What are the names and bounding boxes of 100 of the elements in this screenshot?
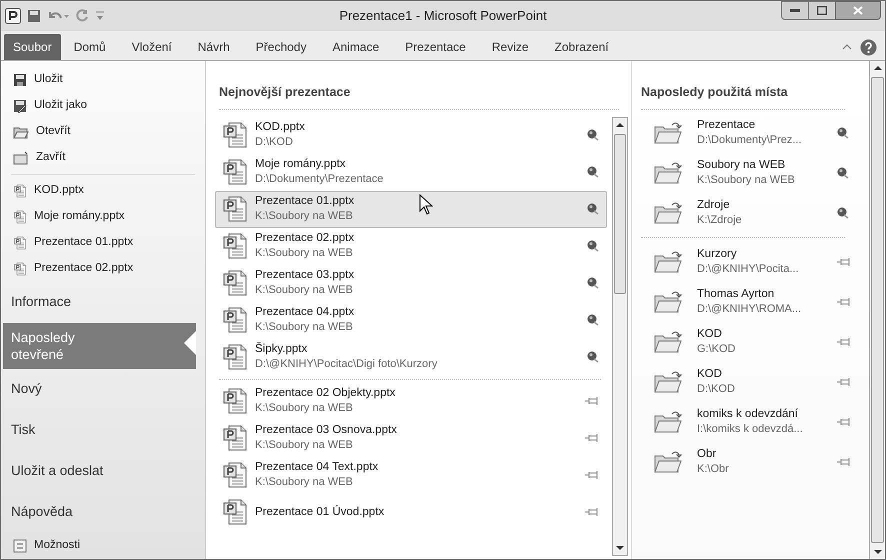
- sidebar-item[interactable]: Moje romány.pptx: [3, 204, 196, 230]
- folder-name: komiks k odevzdání: [697, 406, 799, 422]
- folder-icon: [653, 288, 683, 315]
- ribbon-tab[interactable]: Revize: [478, 34, 542, 60]
- pin-icon[interactable]: [836, 296, 852, 307]
- ribbon-tab[interactable]: Soubor: [4, 34, 61, 60]
- collapse-ribbon-icon[interactable]: [842, 43, 852, 51]
- close-button[interactable]: [835, 1, 881, 20]
- pin-icon[interactable]: [584, 433, 600, 444]
- recent-file-row[interactable]: Prezentace 03.pptx K:\Soubory na WEB: [215, 264, 607, 302]
- recent-file-row[interactable]: Prezentace 01.pptx K:\Soubory na WEB: [215, 190, 607, 228]
- sidebar-item[interactable]: KOD.pptx: [3, 178, 196, 204]
- pin-icon[interactable]: [836, 456, 852, 467]
- file-name: Prezentace 01.pptx: [255, 194, 354, 210]
- ribbon-tab[interactable]: Domů: [60, 34, 119, 60]
- sidebar-item[interactable]: Uložit jako: [3, 93, 196, 119]
- file-path: K:\Soubory na WEB: [255, 320, 353, 336]
- folder-icon: [653, 448, 683, 475]
- pin-icon[interactable]: [836, 416, 852, 427]
- pin-icon[interactable]: [836, 256, 852, 267]
- recent-file-row[interactable]: Prezentace 03 Osnova.pptx K:\Soubory na WEB: [215, 420, 607, 457]
- file-name: Prezentace 01 Úvod.pptx: [255, 504, 384, 520]
- recent-file-row[interactable]: Prezentace 04.pptx K:\Soubory na WEB: [215, 302, 607, 339]
- folder-name: Thomas Ayrton: [697, 286, 776, 302]
- pushpin-icon[interactable]: [586, 202, 600, 216]
- folder-name: KOD: [697, 366, 723, 382]
- sidebar-item[interactable]: Možnosti: [3, 533, 196, 559]
- sidebar-tab[interactable]: Informace: [3, 282, 196, 323]
- folder-icon: [653, 328, 683, 355]
- help-icon[interactable]: [860, 38, 877, 56]
- recent-place-row[interactable]: Prezentace D:\Dokumenty\Prez...: [641, 112, 855, 153]
- ribbon-tab[interactable]: Návrh: [184, 34, 243, 60]
- maximize-button[interactable]: [809, 1, 835, 20]
- sidebar-item[interactable]: Uložit: [3, 67, 196, 93]
- file-path: K:\Soubory na WEB: [255, 475, 353, 490]
- pushpin-icon[interactable]: [586, 239, 600, 254]
- sidebar-tab[interactable]: Nápověda: [3, 492, 196, 533]
- minimize-button[interactable]: [781, 1, 809, 20]
- scrollbar-thumb[interactable]: [871, 77, 884, 543]
- presentation-file-icon: [13, 184, 27, 198]
- recent-place-row[interactable]: Zdroje K:\Zdroje: [641, 192, 855, 233]
- maximize-icon: [817, 6, 827, 15]
- recent-place-row[interactable]: Thomas Ayrton D:\@KNIHY\ROMA...: [641, 282, 855, 322]
- app-icon[interactable]: [5, 8, 21, 24]
- ribbon-tab[interactable]: Přechody: [242, 34, 320, 60]
- recent-file-row[interactable]: KOD.pptx D:\KOD: [215, 116, 607, 154]
- folder-name: Kurzory: [697, 246, 738, 262]
- ribbon-tab[interactable]: Zobrazení: [542, 34, 622, 60]
- sidebar-tab[interactable]: Tisk: [3, 410, 196, 451]
- folder-icon: [653, 408, 683, 435]
- recent-file-row[interactable]: Šipky.pptx D:\@KNIHY\Pocitac\Digi foto\Kurzory: [215, 338, 607, 376]
- pushpin-icon[interactable]: [586, 165, 600, 180]
- file-name: Moje romány.pptx: [255, 157, 346, 172]
- window-scrollbar[interactable]: [869, 61, 885, 559]
- folder-path: K:\Soubory na WEB: [697, 172, 796, 188]
- ribbon-tab[interactable]: Vložení: [118, 34, 185, 60]
- sidebar-item[interactable]: Otevřít: [3, 119, 196, 145]
- sidebar-item[interactable]: Prezentace 01.pptx: [3, 230, 196, 256]
- recent-file-row[interactable]: Prezentace 02.pptx K:\Soubory na WEB: [215, 228, 607, 265]
- sidebar-item[interactable]: Zavřít: [3, 145, 196, 171]
- sidebar-tab[interactable]: Naposledy otevřené: [3, 323, 196, 369]
- ribbon-tab[interactable]: Animace: [319, 34, 392, 60]
- save-icon[interactable]: [27, 9, 41, 23]
- options-icon: [13, 539, 27, 553]
- folder-path: K:\Obr: [697, 462, 730, 477]
- sidebar-item[interactable]: Prezentace 02.pptx: [3, 256, 196, 282]
- pin-icon[interactable]: [584, 470, 600, 480]
- pushpin-icon[interactable]: [586, 128, 600, 142]
- pushpin-icon[interactable]: [836, 166, 850, 180]
- presentation-file-icon: [222, 158, 248, 186]
- folder-path: G:\KOD: [697, 342, 737, 357]
- pushpin-icon[interactable]: [586, 276, 600, 290]
- recent-place-row[interactable]: KOD G:\KOD: [641, 322, 855, 362]
- file-name: Prezentace 04 Text.pptx: [255, 460, 378, 476]
- recent-file-row[interactable]: Prezentace 02 Objekty.pptx K:\Soubory na WEB: [215, 382, 607, 420]
- pushpin-icon[interactable]: [836, 206, 850, 220]
- file-name: Šipky.pptx: [255, 342, 308, 358]
- recent-file-row[interactable]: Prezentace 04 Text.pptx K:\Soubory na WEB: [215, 456, 607, 494]
- recent-place-row[interactable]: Kurzory D:\@KNIHY\Pocita...: [641, 242, 855, 282]
- recent-place-row[interactable]: Soubory na WEB K:\Soubory na WEB: [641, 152, 855, 193]
- scrollbar-thumb[interactable]: [614, 134, 626, 294]
- pushpin-icon[interactable]: [586, 313, 600, 328]
- recent-place-row[interactable]: Obr K:\Obr: [641, 442, 855, 482]
- recent-place-row[interactable]: KOD D:\KOD: [641, 362, 855, 402]
- pushpin-icon[interactable]: [586, 350, 600, 364]
- recent-file-row[interactable]: Moje romány.pptx D:\Dokumenty\Prezentace: [215, 154, 607, 191]
- pin-icon[interactable]: [836, 376, 852, 387]
- save-as-icon: [13, 99, 27, 113]
- pin-icon[interactable]: [584, 507, 600, 518]
- file-name: Prezentace 04.pptx: [255, 305, 354, 320]
- sidebar-tab[interactable]: Uložit a odeslat: [3, 451, 196, 492]
- recent-file-row[interactable]: Prezentace 01 Úvod.pptx: [215, 494, 607, 531]
- pin-icon[interactable]: [584, 396, 600, 406]
- ribbon-tab[interactable]: Prezentace: [392, 34, 479, 60]
- recent-place-row[interactable]: komiks k odevzdání I:\komiks k odevzdá...: [641, 402, 855, 442]
- pushpin-icon[interactable]: [836, 126, 850, 140]
- sidebar-tab[interactable]: Nový: [3, 369, 196, 410]
- folder-icon: [653, 120, 683, 146]
- scrollbar[interactable]: [612, 116, 628, 556]
- pin-icon[interactable]: [836, 336, 852, 347]
